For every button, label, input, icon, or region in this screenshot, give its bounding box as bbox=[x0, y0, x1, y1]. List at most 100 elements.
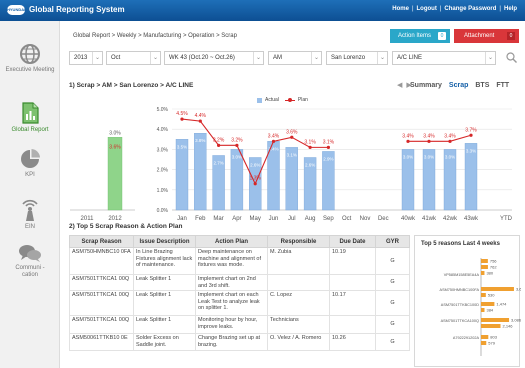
chat-bubbles-icon bbox=[19, 245, 41, 262]
x-tick-label: 43wk bbox=[464, 216, 479, 222]
x-tick-label: Jul bbox=[288, 216, 296, 222]
plant-select[interactable]: San Lorenzo ⌄ bbox=[326, 51, 388, 65]
panel-bar-value: 1,474 bbox=[496, 302, 507, 307]
column-header[interactable]: Issue Description bbox=[133, 235, 196, 248]
panel-bar bbox=[481, 302, 495, 306]
data-label-actual: 3.6% bbox=[109, 144, 121, 150]
table-cell: 10.26 bbox=[329, 333, 376, 351]
table-cell: Monitoring hour by hour, improve leaks. bbox=[195, 315, 268, 334]
table-row[interactable]: ASM750HMNBC10 0FA In Line Brazing Fixture… bbox=[69, 247, 410, 275]
column-header[interactable]: Due Date bbox=[329, 235, 376, 248]
table-cell: ASM7501TTKCA1 00Q bbox=[69, 315, 134, 334]
data-label-plan: 4.5% bbox=[176, 111, 188, 117]
data-label-actual: 3.5% bbox=[177, 144, 187, 149]
data-label-plan: 3.4% bbox=[268, 133, 280, 139]
data-label-plan: 3.2% bbox=[231, 137, 243, 143]
month-select[interactable]: Oct ⌄ bbox=[106, 51, 161, 65]
data-label-plan: 3.4% bbox=[402, 133, 414, 139]
table-cell: 10.17 bbox=[329, 290, 376, 316]
plan-point-Feb bbox=[198, 119, 202, 123]
company-logo[interactable]: HYUNDAI bbox=[7, 5, 25, 15]
attachment-button[interactable]: Attachment 0 bbox=[454, 29, 519, 43]
panel-bar bbox=[481, 271, 485, 275]
panel-bar-value: 3,625 bbox=[516, 287, 521, 292]
plan-point-Aug bbox=[308, 145, 312, 149]
panel-bar bbox=[481, 324, 501, 328]
x-tick-label: Aug bbox=[305, 216, 316, 222]
x-tick-label: 2011 bbox=[81, 216, 95, 222]
panel-bar-value: 762 bbox=[490, 265, 497, 270]
table-row[interactable]: ASM7501TTKCA1 00Q Leak Splitter 1 Monitori… bbox=[69, 315, 410, 334]
column-header[interactable]: Responsible bbox=[267, 235, 330, 248]
chevron-down-icon: ⌄ bbox=[150, 52, 160, 64]
tab-bts[interactable]: BTS bbox=[475, 82, 489, 89]
table-cell: ASM50061TTKB10 0E bbox=[69, 333, 134, 351]
sidebar-item-executive-meeting[interactable]: Executive Meeting bbox=[0, 43, 60, 74]
table-cell: G bbox=[375, 315, 410, 334]
plan-point-42wk bbox=[448, 139, 452, 143]
tab-scrap[interactable]: Scrap bbox=[449, 82, 468, 89]
panel-bar-value: 3,086 bbox=[511, 318, 521, 323]
x-tick-label: Jan bbox=[177, 216, 187, 222]
x-tick-label: 42wk bbox=[443, 216, 458, 222]
attachment-label: Attachment bbox=[464, 33, 495, 39]
data-label-actual: 3.0% bbox=[424, 154, 434, 159]
change-password-link[interactable]: Change Password bbox=[444, 6, 496, 12]
panel-row-label: ASM750HMNBC100FA bbox=[440, 288, 480, 292]
tab-summary[interactable]: Summary bbox=[410, 82, 442, 89]
panel-bar-value: 803 bbox=[490, 335, 497, 340]
week-select[interactable]: WK 43 (Oct.20 ~ Oct.26) ⌄ bbox=[164, 51, 264, 65]
table-row[interactable]: ASM50061TTKB10 0E Solder Excess on Saddle… bbox=[69, 333, 410, 351]
panel-bar bbox=[481, 287, 514, 291]
table-cell: O. Velez / A. Romero bbox=[267, 333, 330, 351]
panel-bar bbox=[481, 335, 489, 339]
data-label-actual: 3.1% bbox=[287, 152, 297, 157]
y-tick-label: 5.0% bbox=[157, 107, 169, 113]
app-title: Global Reporting System bbox=[29, 5, 125, 14]
help-link[interactable]: Help bbox=[504, 6, 517, 12]
action-items-button[interactable]: Action Items 0 bbox=[390, 29, 450, 43]
sidebar-item-communication[interactable]: Communi -cation bbox=[0, 243, 60, 279]
plan-point-Sep bbox=[326, 145, 330, 149]
chevron-down-icon: ⌄ bbox=[253, 52, 263, 64]
logout-link[interactable]: Logout bbox=[417, 6, 437, 12]
x-tick-label: YTD bbox=[500, 216, 513, 222]
panel-bar bbox=[481, 265, 488, 269]
home-link[interactable]: Home bbox=[392, 6, 409, 12]
table-cell: ASM7501TTKCA1 00Q bbox=[69, 274, 134, 291]
action-items-label: Action Items bbox=[398, 33, 432, 39]
x-tick-label: Mar bbox=[213, 216, 223, 222]
chevron-down-icon: ⌄ bbox=[485, 52, 495, 64]
chevron-left-icon[interactable]: ◀ bbox=[397, 82, 402, 89]
data-label-plan: 3.4% bbox=[444, 133, 456, 139]
table-row[interactable]: ASM7501TTKCA1 00Q Leak Splitter 1 Implemen… bbox=[69, 290, 410, 316]
scrap-chart: 2011 2012 3.6% 3.0% 0.0% 1.0% 2.0% 3.0% 4.0% 5.0%… bbox=[70, 107, 513, 222]
line-select[interactable]: A/C LINE ⌄ bbox=[392, 51, 496, 65]
table-cell: ASM7501TTKCA1 00Q bbox=[69, 290, 134, 316]
plan-point-43wk bbox=[469, 133, 473, 137]
panel-bar-value: 2,146 bbox=[503, 324, 514, 329]
table-cell: Leak Splitter 1 bbox=[133, 274, 196, 291]
table-row[interactable]: ASM7501TTKCA1 00Q Leak Splitter 1 Implemen… bbox=[69, 274, 410, 291]
shift-select[interactable]: AM ⌄ bbox=[268, 51, 322, 65]
table-cell: G bbox=[375, 333, 410, 351]
panel-row-label: ASM7501TTKBC100D bbox=[441, 303, 479, 307]
column-header[interactable]: Action Plan bbox=[195, 235, 268, 248]
line-value: A/C LINE bbox=[397, 55, 423, 61]
panel-bar bbox=[481, 259, 488, 263]
plan-point-Mar bbox=[217, 143, 221, 147]
x-tick-label: Dec bbox=[378, 216, 389, 222]
table-cell: Implement chart on each Leak Test to ana… bbox=[195, 290, 268, 316]
data-label-plan: 3.6% bbox=[286, 129, 298, 135]
year-select[interactable]: 2013 ⌄ bbox=[69, 51, 103, 65]
plan-point-41wk bbox=[427, 139, 431, 143]
tab-ftt[interactable]: FTT bbox=[496, 82, 509, 89]
search-icon[interactable] bbox=[506, 52, 517, 63]
action-items-count: 0 bbox=[438, 32, 446, 40]
column-header[interactable]: Scrap Reason bbox=[69, 235, 134, 248]
table-cell: Leak Splitter 1 bbox=[133, 290, 196, 316]
top5-reasons-panel: Top 5 reasons Last 4 weeks 756 762 380 VP58… bbox=[414, 235, 521, 367]
chevron-down-icon: ⌄ bbox=[311, 52, 321, 64]
panel-bar-value: 579 bbox=[488, 341, 495, 346]
column-header[interactable]: GYR bbox=[375, 235, 410, 248]
